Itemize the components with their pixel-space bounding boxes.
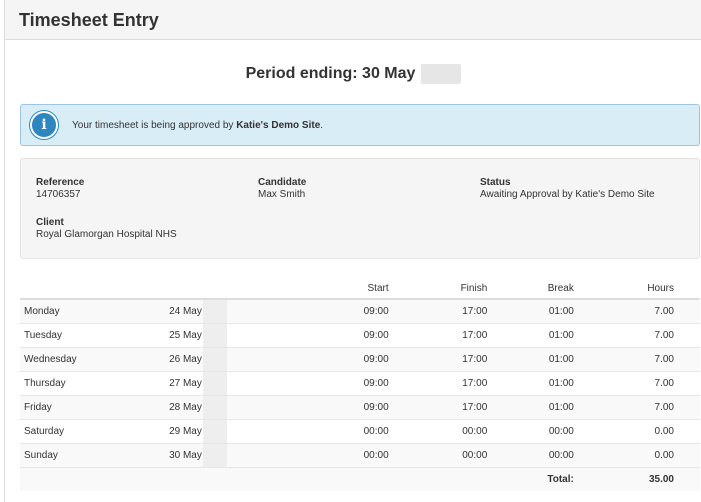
approval-alert: i Your timesheet is being approved by Ka… [20,104,700,146]
page-title: Timesheet Entry [19,10,159,30]
table-row: Thursday 27 May 09:00 17:00 01:00 7.00 [20,371,700,396]
header-hours: Hours [599,278,700,300]
candidate-field: Candidate Max Smith [258,177,307,200]
timesheet-table: Start Finish Break Hours Monday 24 May 0… [20,278,700,491]
status-field: Status Awaiting Approval by Katie's Demo… [480,177,655,200]
period-label: Period ending: 30 May [245,65,416,83]
header-start: Start [292,278,415,300]
header-finish: Finish [414,278,514,300]
redacted-year [421,64,462,84]
panel-heading: Timesheet Entry [5,0,701,40]
candidate-value: Max Smith [258,189,306,200]
table-row: Monday 24 May 09:00 17:00 01:00 7.00 [20,298,700,324]
total-hours: 35.00 [599,467,700,491]
total-row: Total: 35.00 [20,467,700,491]
table-row: Saturday 29 May 00:00 00:00 00:00 0.00 [20,419,700,444]
header-break: Break [513,278,600,300]
status-value: Awaiting Approval by Katie's Demo Site [480,189,655,200]
reference-field: Reference 14706357 [36,177,85,200]
timesheet-details: Reference 14706357 Candidate Max Smith S… [20,158,700,259]
table-row: Wednesday 26 May 09:00 17:00 01:00 7.00 [20,347,700,372]
alert-message: Your timesheet is being approved by Kati… [72,119,324,131]
client-field: Client Royal Glamorgan Hospital NHS [36,217,177,240]
approver-site: Katie's Demo Site [236,119,321,131]
table-row: Sunday 30 May 00:00 00:00 00:00 0.00 [20,443,700,468]
client-value: Royal Glamorgan Hospital NHS [36,229,177,240]
table-row: Friday 28 May 09:00 17:00 01:00 7.00 [20,395,700,420]
total-label: Total: [513,467,600,491]
period-heading: Period ending: 30 May [5,64,701,84]
timesheet-panel: Timesheet Entry Period ending: 30 May i … [4,0,701,502]
reference-value: 14706357 [36,189,81,200]
info-icon: i [30,111,58,139]
table-row: Tuesday 25 May 09:00 17:00 01:00 7.00 [20,323,700,348]
